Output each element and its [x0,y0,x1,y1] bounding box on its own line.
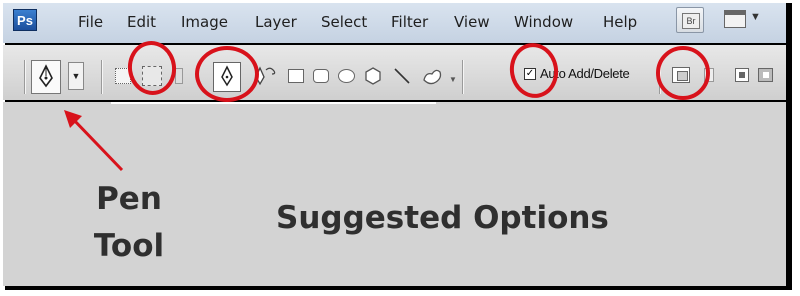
menu-edit[interactable]: Edit [127,13,156,31]
polygon-tool-icon[interactable] [363,66,383,86]
pen-tool-icon [39,64,53,88]
ellipse-tool-icon[interactable] [338,69,355,83]
menu-layer[interactable]: Layer [255,13,297,31]
workspace-icon[interactable] [724,10,746,28]
suggested-options-label: Suggested Options [276,200,609,236]
bridge-label: Br [682,13,700,29]
exclude-overlapping-icon[interactable] [758,68,773,82]
options-bar-grip [24,60,26,94]
menu-select[interactable]: Select [321,13,367,31]
menu-view[interactable]: View [454,13,490,31]
tool-preset-picker[interactable] [31,60,61,94]
menu-file[interactable]: File [78,13,103,31]
options-bar-underline [111,102,436,104]
workspace-dropdown-icon[interactable]: ▼ [750,11,761,23]
rectangle-tool-icon[interactable] [288,69,304,83]
highlight-circle-pen [195,46,259,102]
custom-shape-tool-icon[interactable] [420,64,444,88]
line-tool-icon[interactable] [392,66,412,86]
intersect-shape-areas-icon[interactable] [735,68,749,82]
fill-pixels-icon[interactable] [175,68,183,84]
tool-preset-dropdown-icon[interactable]: ▼ [68,62,84,90]
highlight-circle-combine [656,46,710,100]
menu-window[interactable]: Window [514,13,573,31]
menu-image[interactable]: Image [181,13,228,31]
pen-tool-label-line1: Pen [96,181,162,217]
annotation-arrow-icon [64,110,124,172]
pen-tool-label-line2: Tool [93,228,165,264]
menu-filter[interactable]: Filter [391,13,428,31]
menu-help[interactable]: Help [603,13,637,31]
options-separator [101,60,103,94]
geometry-options-dropdown-icon[interactable]: ▼ [449,70,457,90]
bridge-button[interactable]: Br [676,7,704,33]
rounded-rectangle-tool-icon[interactable] [313,69,329,83]
photoshop-logo[interactable]: Ps [13,9,37,31]
options-separator [462,60,464,94]
